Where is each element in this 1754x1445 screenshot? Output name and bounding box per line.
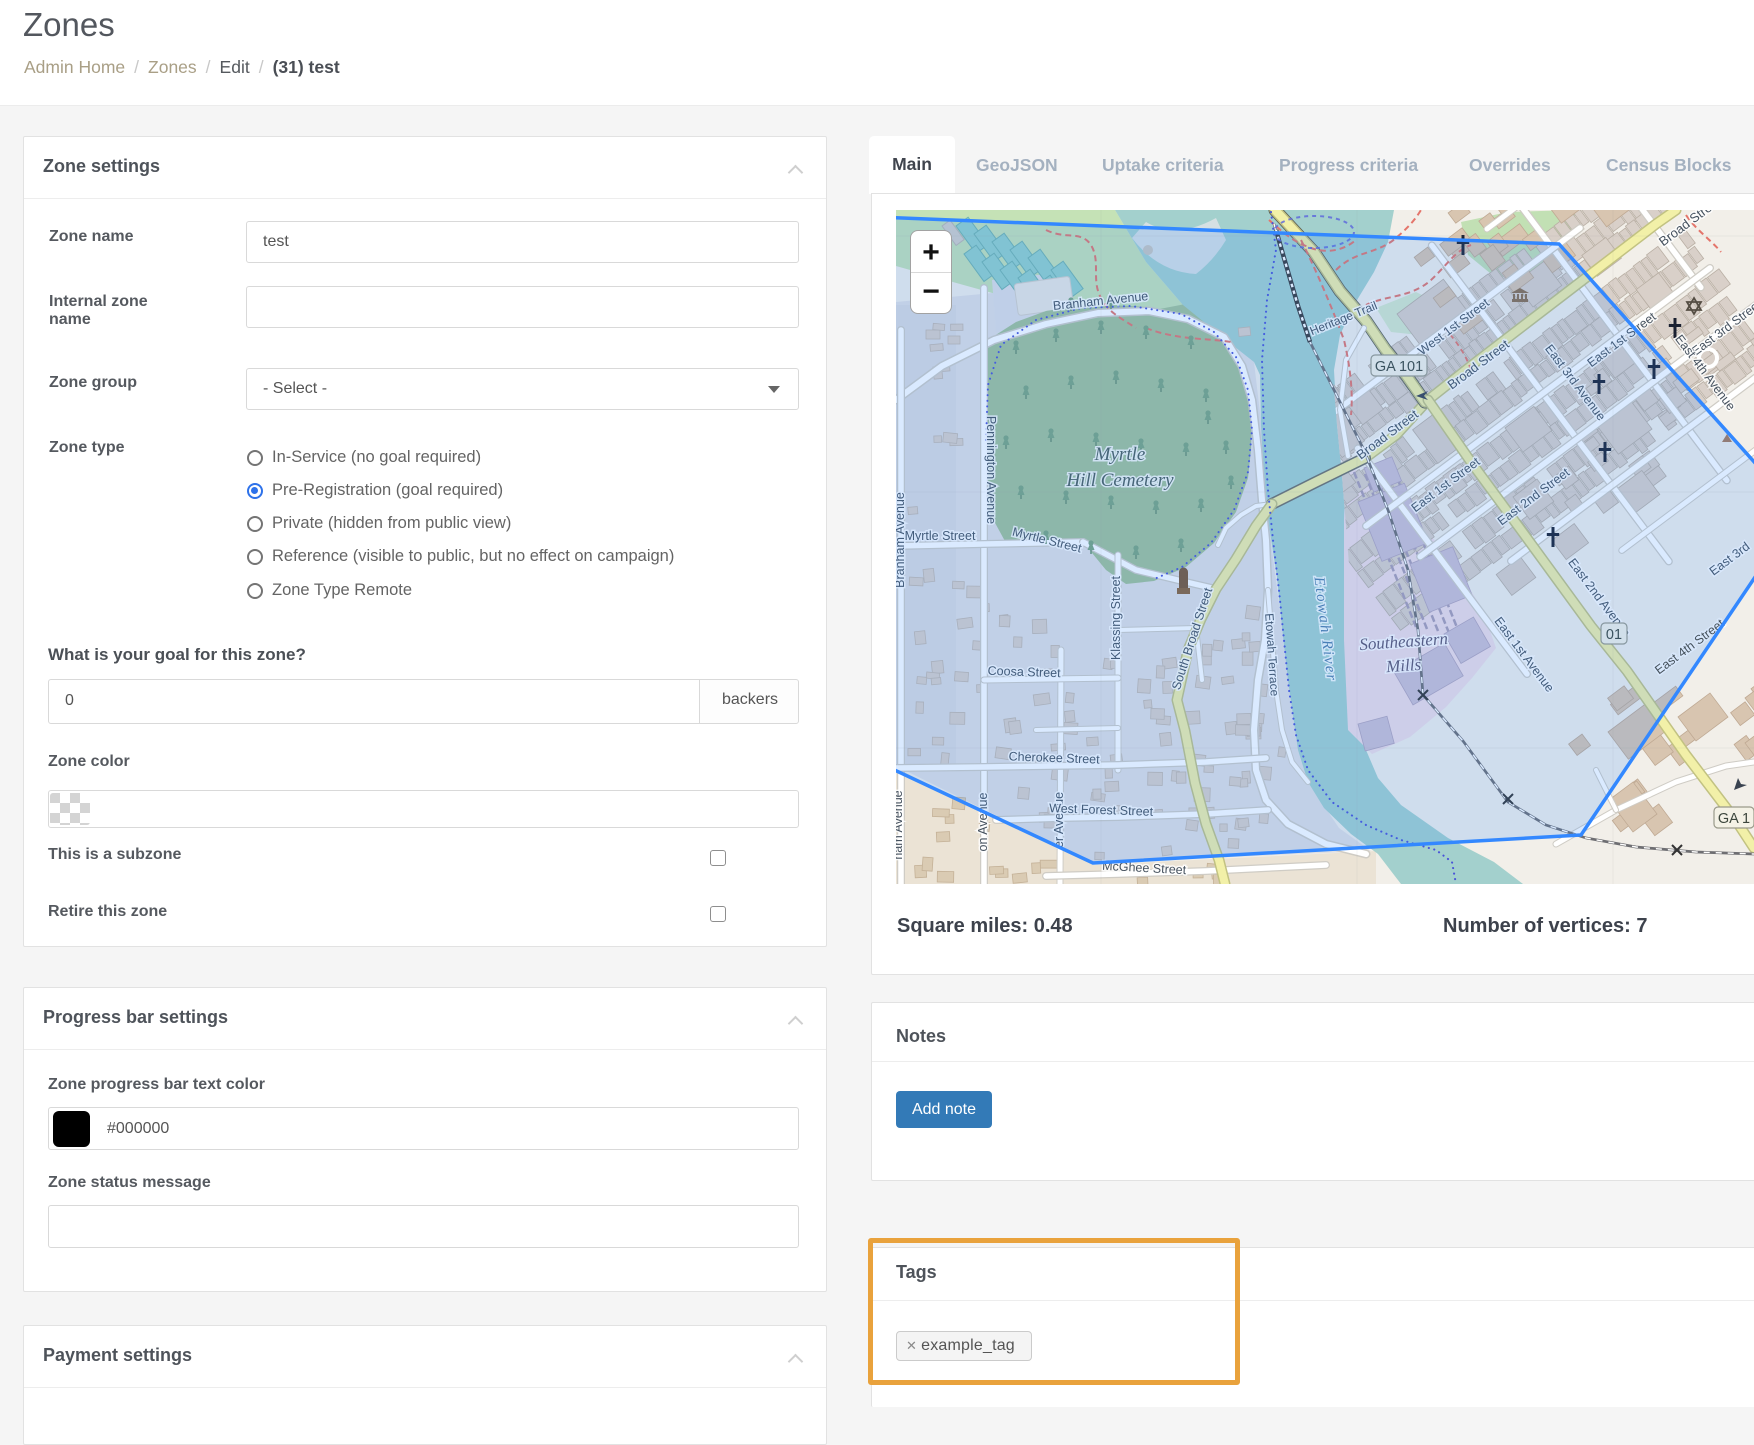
svg-text:ham Avenue: ham Avenue [896,790,905,859]
svg-text:GA 1: GA 1 [1718,811,1750,827]
